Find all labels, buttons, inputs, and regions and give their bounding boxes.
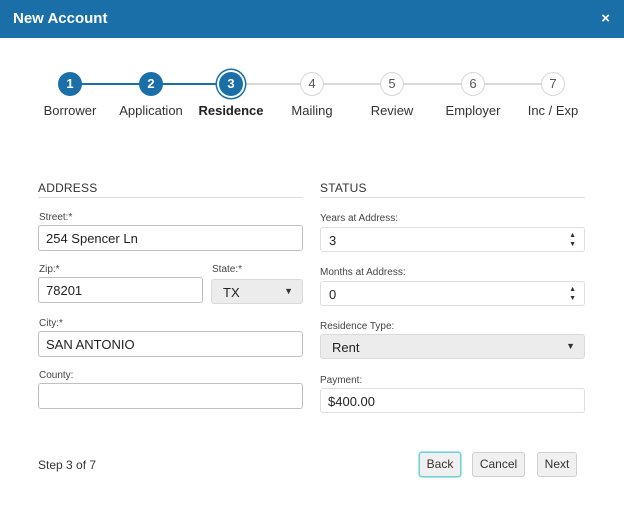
dialog-titlebar: New Account × xyxy=(0,0,624,38)
residence-type-value: Rent xyxy=(332,340,360,355)
step-number: 1 xyxy=(58,72,82,96)
step-label: Residence xyxy=(198,103,264,118)
step-label: Mailing xyxy=(291,103,333,118)
chevron-down-icon: ▼ xyxy=(566,341,575,351)
street-label: Street:* xyxy=(39,212,73,223)
status-section-title: STATUS xyxy=(320,181,367,195)
step-label: Employer xyxy=(445,103,501,118)
years-stepper[interactable]: 3 ▲ ▼ xyxy=(320,227,585,252)
step-label: Borrower xyxy=(43,103,97,118)
months-label: Months at Address: xyxy=(320,267,406,278)
step-number: 7 xyxy=(541,72,565,96)
back-button[interactable]: Back xyxy=(419,452,461,477)
residence-type-label: Residence Type: xyxy=(320,321,395,332)
step-number: 2 xyxy=(139,72,163,96)
step-number: 4 xyxy=(300,72,324,96)
step-label: Application xyxy=(119,103,183,118)
street-field[interactable] xyxy=(38,225,303,251)
payment-field[interactable]: $400.00 xyxy=(320,388,585,413)
county-field[interactable] xyxy=(38,383,303,409)
city-field[interactable] xyxy=(38,331,303,357)
zip-label: Zip:* xyxy=(39,264,60,275)
step-indicator-text: Step 3 of 7 xyxy=(38,458,97,472)
zip-field[interactable] xyxy=(38,277,203,303)
years-value: 3 xyxy=(329,233,337,248)
payment-label: Payment: xyxy=(320,375,363,386)
state-select-value: TX xyxy=(223,285,240,300)
address-divider xyxy=(38,197,303,198)
spin-up-icon[interactable]: ▲ xyxy=(569,232,576,240)
spin-up-icon[interactable]: ▲ xyxy=(569,286,576,294)
years-label: Years at Address: xyxy=(320,213,399,224)
status-divider xyxy=(320,197,585,198)
wizard-stepper: 1 Borrower 2 Application 3 Residence 4 M… xyxy=(0,68,624,128)
close-icon[interactable]: × xyxy=(601,10,610,28)
step-number: 6 xyxy=(461,72,485,96)
step-number: 3 xyxy=(219,72,243,96)
step-number: 5 xyxy=(380,72,404,96)
step-label: Inc / Exp xyxy=(527,103,579,118)
spin-down-icon[interactable]: ▼ xyxy=(569,241,576,249)
next-button[interactable]: Next xyxy=(537,452,577,477)
cancel-button[interactable]: Cancel xyxy=(472,452,525,477)
state-select[interactable]: TX ▼ xyxy=(211,279,303,304)
payment-value: $400.00 xyxy=(328,394,375,409)
state-label: State:* xyxy=(212,264,243,275)
months-value: 0 xyxy=(329,287,337,302)
address-section-title: ADDRESS xyxy=(38,181,98,195)
spin-down-icon[interactable]: ▼ xyxy=(569,295,576,303)
residence-type-select[interactable]: Rent ▼ xyxy=(320,334,585,359)
county-label: County: xyxy=(39,370,74,381)
city-label: City:* xyxy=(39,318,63,329)
months-stepper[interactable]: 0 ▲ ▼ xyxy=(320,281,585,306)
chevron-down-icon: ▼ xyxy=(284,286,293,296)
dialog-title: New Account xyxy=(13,10,108,27)
step-label: Review xyxy=(370,103,414,118)
